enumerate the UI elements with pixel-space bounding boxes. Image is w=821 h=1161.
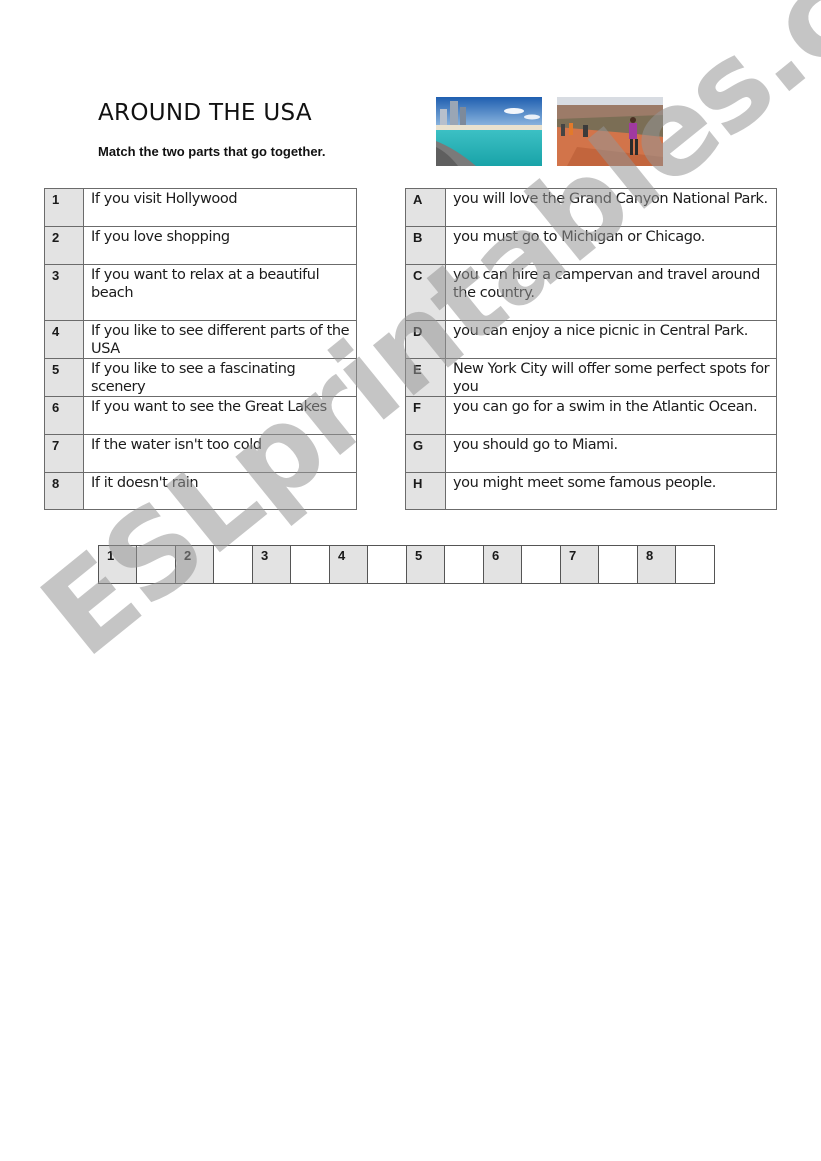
result-text: New York City will offer some perfect sp…	[445, 358, 777, 397]
instruction-text: Match the two parts that go together.	[98, 144, 326, 159]
result-text: you will love the Grand Canyon National …	[445, 188, 777, 227]
condition-text: If you like to see a fascinating scenery	[83, 358, 357, 397]
result-text: you can hire a campervan and travel arou…	[445, 264, 777, 321]
item-number: 7	[44, 434, 84, 473]
miami-beach-photo	[436, 97, 542, 166]
item-number: 1	[44, 188, 84, 227]
condition-text: If you want to see the Great Lakes	[83, 396, 357, 435]
condition-text: If you like to see different parts of th…	[83, 320, 357, 359]
result-text: you should go to Miami.	[445, 434, 777, 473]
result-text: you must go to Michigan or Chicago.	[445, 226, 777, 265]
item-letter: C	[405, 264, 446, 321]
answer-number: 8	[637, 545, 676, 584]
table-row: 5 If you like to see a fascinating scene…	[44, 358, 357, 397]
conditions-table: 1 If you visit Hollywood 2 If you love s…	[44, 188, 357, 510]
answer-number: 7	[560, 545, 599, 584]
answer-row: 1 2 3 4 5 6 7 8	[98, 545, 715, 584]
condition-text: If you visit Hollywood	[83, 188, 357, 227]
item-number: 8	[44, 472, 84, 510]
item-number: 4	[44, 320, 84, 359]
condition-text: If you love shopping	[83, 226, 357, 265]
item-letter: A	[405, 188, 446, 227]
item-letter: F	[405, 396, 446, 435]
condition-text: If you want to relax at a beautiful beac…	[83, 264, 357, 321]
answer-box[interactable]	[444, 545, 484, 584]
table-row: A you will love the Grand Canyon Nationa…	[405, 188, 777, 227]
condition-text: If it doesn't rain	[83, 472, 357, 510]
table-row: 8 If it doesn't rain	[44, 472, 357, 510]
answer-box[interactable]	[367, 545, 407, 584]
answer-box[interactable]	[598, 545, 638, 584]
table-row: H you might meet some famous people.	[405, 472, 777, 510]
answer-number: 3	[252, 545, 291, 584]
answer-number: 6	[483, 545, 522, 584]
table-row: 2 If you love shopping	[44, 226, 357, 265]
answer-number: 1	[98, 545, 137, 584]
answer-number: 4	[329, 545, 368, 584]
table-row: B you must go to Michigan or Chicago.	[405, 226, 777, 265]
item-number: 2	[44, 226, 84, 265]
result-text: you might meet some famous people.	[445, 472, 777, 510]
answer-grid: 1 2 3 4 5 6 7 8	[98, 545, 715, 584]
answer-number: 2	[175, 545, 214, 584]
table-row: F you can go for a swim in the Atlantic …	[405, 396, 777, 435]
table-row: 1 If you visit Hollywood	[44, 188, 357, 227]
answer-box[interactable]	[675, 545, 715, 584]
item-number: 5	[44, 358, 84, 397]
answer-box[interactable]	[213, 545, 253, 584]
condition-text: If the water isn't too cold	[83, 434, 357, 473]
item-letter: E	[405, 358, 446, 397]
item-number: 6	[44, 396, 84, 435]
table-row: E New York City will offer some perfect …	[405, 358, 777, 397]
table-row: 3 If you want to relax at a beautiful be…	[44, 264, 357, 321]
result-text: you can enjoy a nice picnic in Central P…	[445, 320, 777, 359]
table-row: 4 If you like to see different parts of …	[44, 320, 357, 359]
answer-box[interactable]	[521, 545, 561, 584]
results-table: A you will love the Grand Canyon Nationa…	[405, 188, 777, 510]
answer-number: 5	[406, 545, 445, 584]
answer-box[interactable]	[136, 545, 176, 584]
table-row: 6 If you want to see the Great Lakes	[44, 396, 357, 435]
item-letter: D	[405, 320, 446, 359]
result-text: you can go for a swim in the Atlantic Oc…	[445, 396, 777, 435]
worksheet-title: AROUND THE USA	[98, 100, 312, 126]
item-letter: G	[405, 434, 446, 473]
table-row: 7 If the water isn't too cold	[44, 434, 357, 473]
grand-canyon-photo	[557, 97, 663, 166]
item-letter: H	[405, 472, 446, 510]
table-row: D you can enjoy a nice picnic in Central…	[405, 320, 777, 359]
item-number: 3	[44, 264, 84, 321]
answer-box[interactable]	[290, 545, 330, 584]
table-row: G you should go to Miami.	[405, 434, 777, 473]
item-letter: B	[405, 226, 446, 265]
table-row: C you can hire a campervan and travel ar…	[405, 264, 777, 321]
